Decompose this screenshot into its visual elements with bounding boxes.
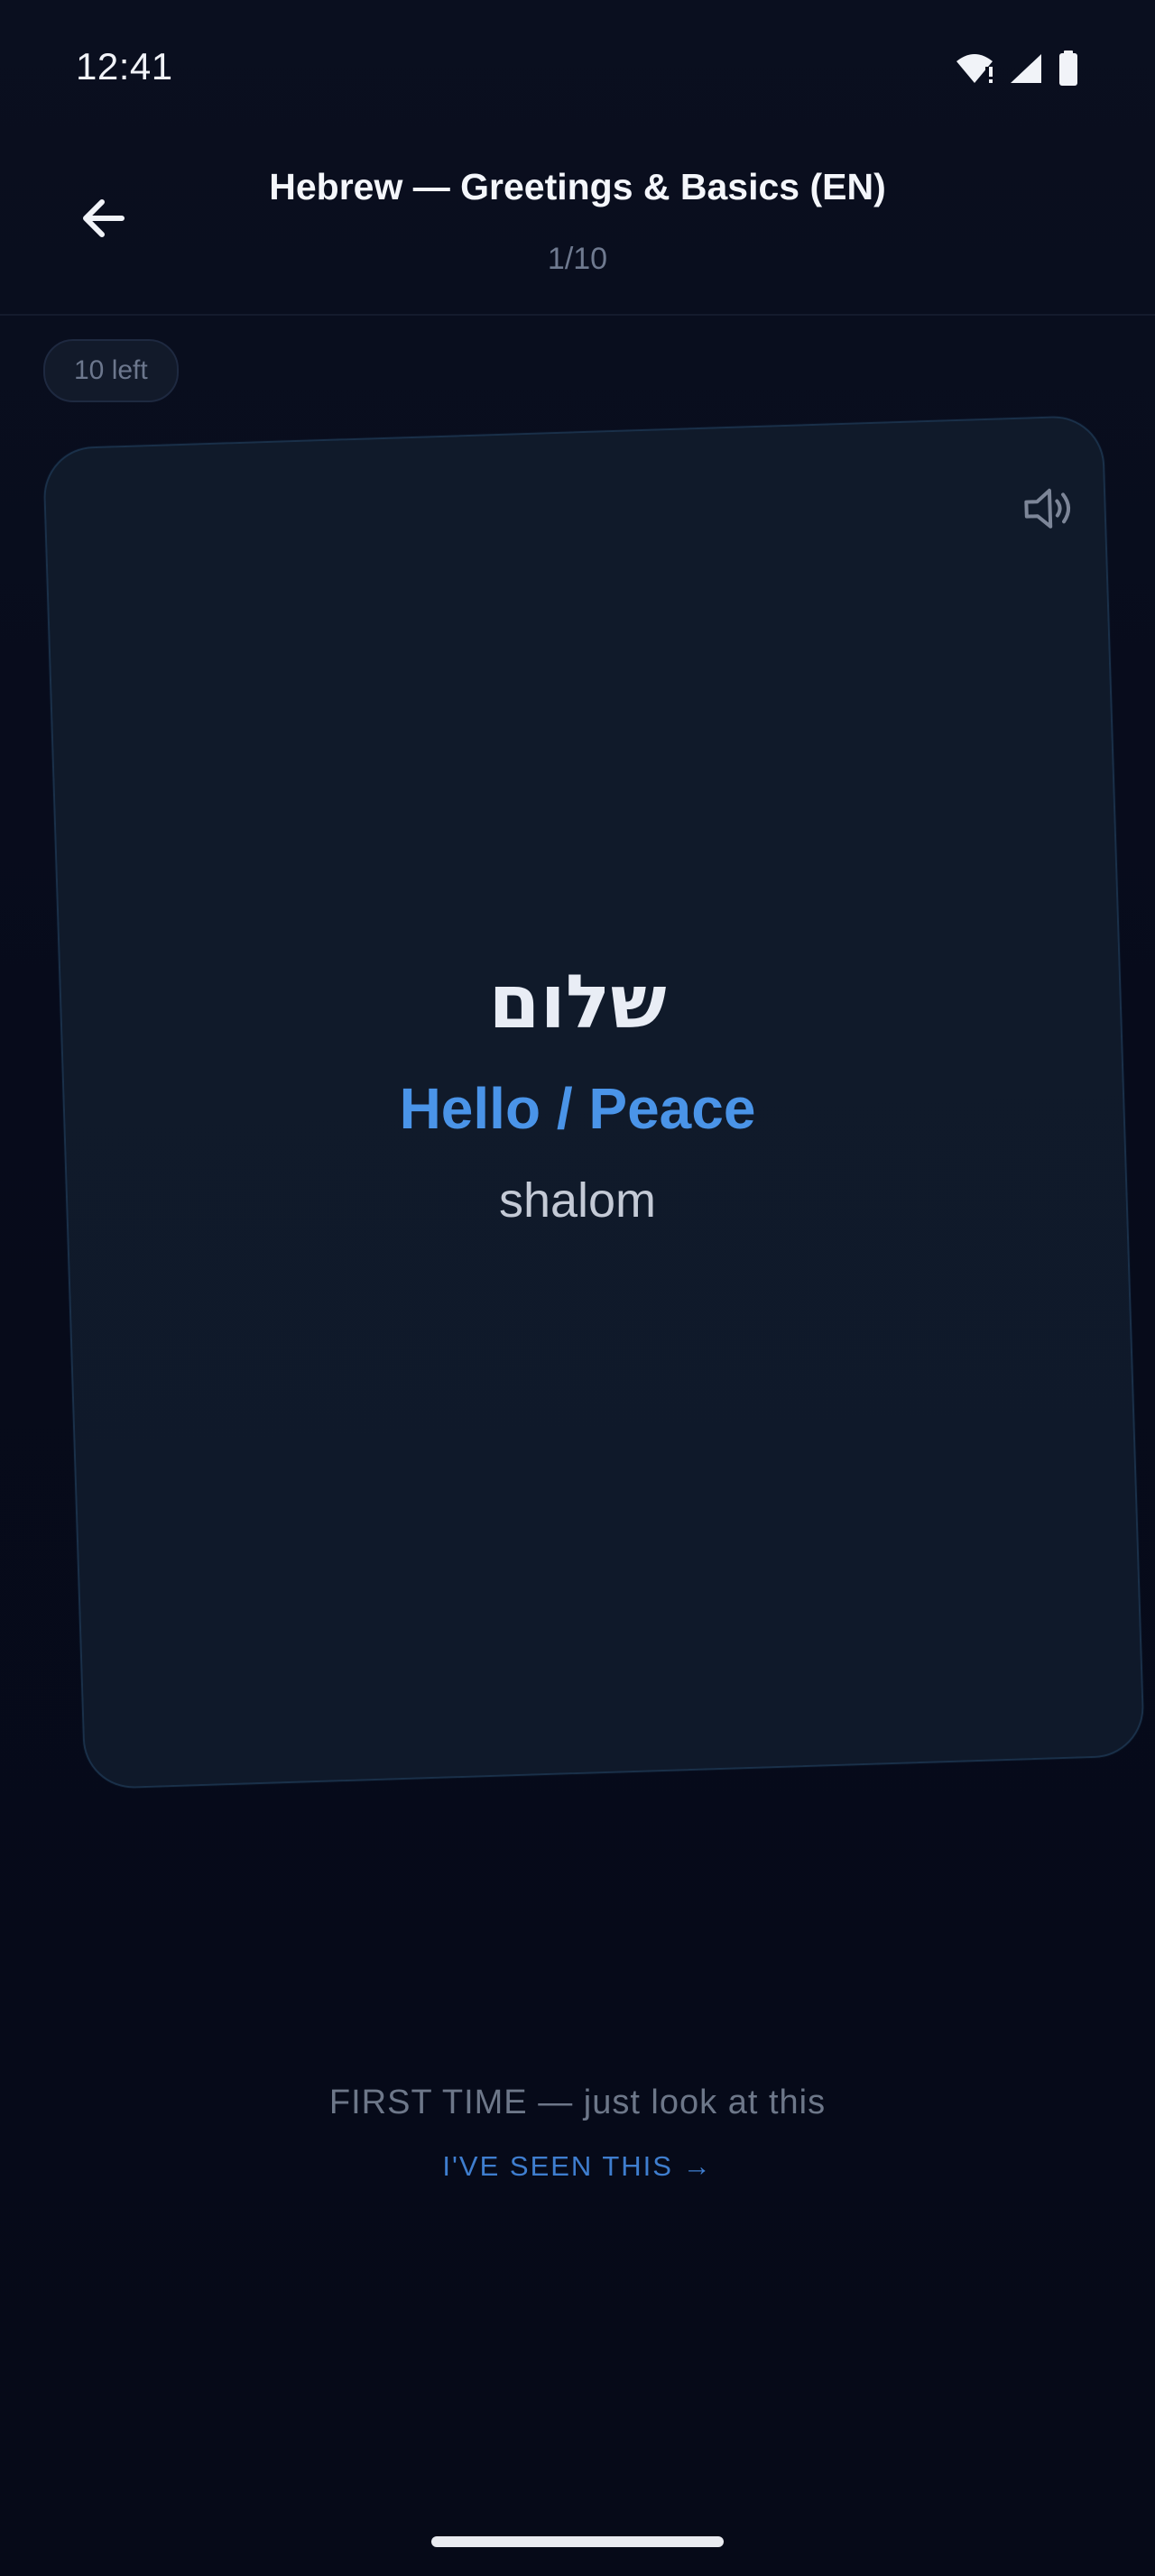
battery-icon <box>1058 51 1079 91</box>
remaining-badge: 10 left <box>43 339 179 402</box>
cellular-signal-icon <box>1009 52 1043 89</box>
play-audio-button[interactable] <box>1012 474 1086 547</box>
speaker-icon <box>1022 483 1078 537</box>
wifi-alert-icon <box>955 52 994 89</box>
status-icons <box>955 51 1079 91</box>
card-transliteration: shalom <box>498 1173 657 1228</box>
status-time: 12:41 <box>76 45 173 87</box>
flashcard-screen: 12:41 Hebrew — Greetings & Basics (EN) 1… <box>0 0 1155 2576</box>
page-title: Hebrew — Greetings & Basics (EN) <box>269 166 886 207</box>
seen-this-button[interactable]: I'VE SEEN THIS → <box>397 2150 758 2195</box>
card-translation: Hello / Peace <box>399 1076 756 1141</box>
home-indicator[interactable] <box>431 2536 724 2547</box>
top-app-bar: Hebrew — Greetings & Basics (EN) 1/10 <box>0 135 1155 316</box>
status-bar: 12:41 <box>0 0 1155 135</box>
first-time-hint: FIRST TIME — just look at this <box>328 2084 827 2121</box>
progress-counter: 1/10 <box>547 242 608 276</box>
card-word: שלום <box>488 960 667 1045</box>
